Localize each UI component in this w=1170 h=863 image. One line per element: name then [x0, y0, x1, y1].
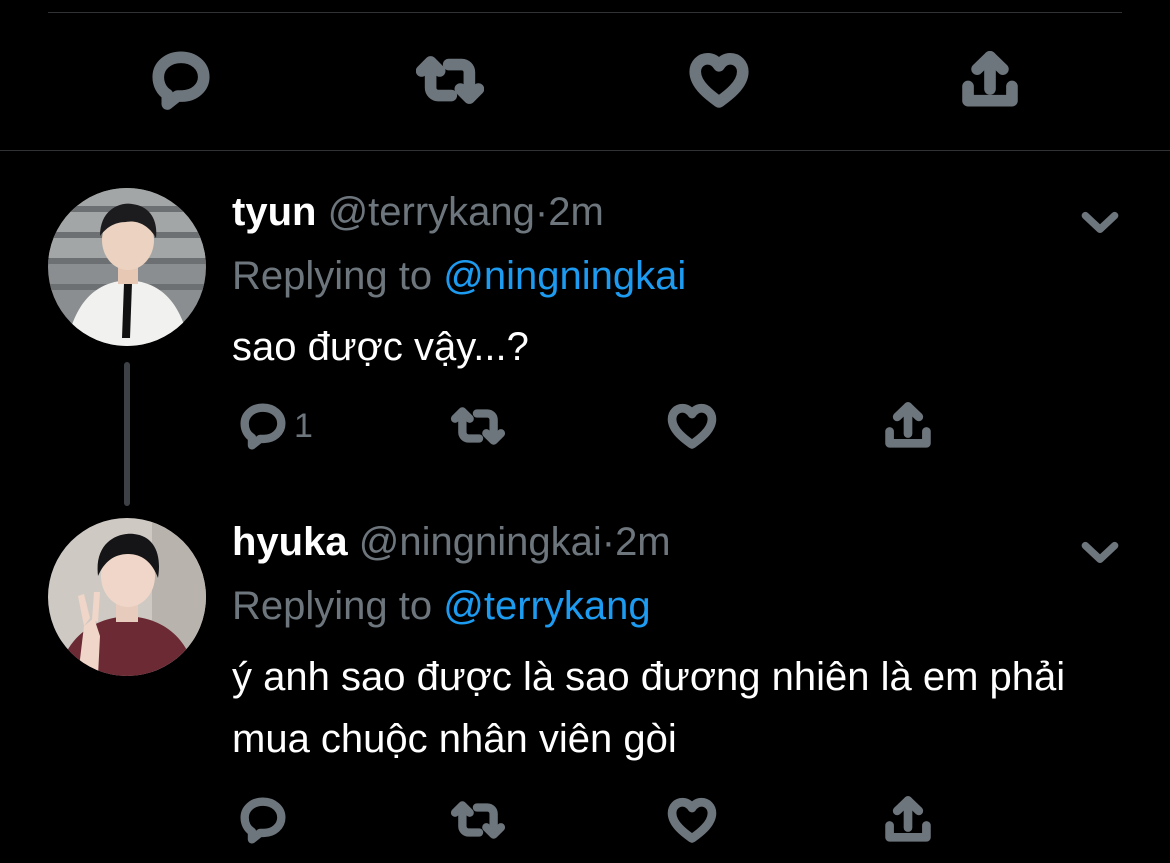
person-photo-icon [48, 518, 206, 676]
share-icon [962, 50, 1018, 107]
replying-to: Replying to @ningningkai [232, 252, 1110, 300]
tweet-actions [232, 790, 952, 850]
share-button[interactable] [882, 790, 934, 850]
separator-dot: · [534, 190, 549, 234]
tweet-content: hyuka @ningningkai·2m Replying to @terry… [232, 518, 1110, 770]
heart-icon [667, 797, 717, 843]
reply-button[interactable] [238, 790, 294, 850]
timestamp[interactable]: 2m [548, 190, 604, 234]
more-options-button[interactable] [1078, 530, 1122, 574]
display-name[interactable]: tyun [232, 190, 316, 234]
person-photo-icon [48, 188, 206, 346]
section-divider [0, 150, 1170, 151]
retweet-icon [450, 407, 506, 445]
share-icon [885, 796, 931, 842]
replying-to: Replying to @terrykang [232, 582, 1110, 630]
tweet-header: hyuka @ningningkai·2m [232, 518, 1110, 566]
heart-icon [689, 53, 749, 108]
like-button[interactable] [666, 790, 718, 850]
chevron-down-icon [1081, 541, 1119, 563]
retweet-button[interactable] [450, 396, 506, 456]
share-button[interactable] [882, 396, 934, 456]
username[interactable]: @terrykang [328, 190, 535, 234]
avatar[interactable] [48, 518, 206, 676]
share-icon [885, 402, 931, 448]
reply-icon [152, 51, 210, 110]
like-button[interactable] [679, 40, 759, 120]
chevron-down-icon [1081, 211, 1119, 233]
top-divider [48, 12, 1122, 13]
thread-connector-line [124, 362, 130, 506]
replying-to-label: Replying to [232, 584, 433, 628]
reply-button[interactable] [141, 40, 221, 120]
tweet-text: ý anh sao được là sao đương nhiên là em … [232, 655, 1066, 761]
retweet-icon [450, 801, 506, 839]
reply-icon [240, 797, 286, 844]
parent-tweet-actions [0, 40, 1170, 120]
reply-button[interactable]: 1 [238, 396, 313, 456]
reply-count: 1 [294, 406, 313, 445]
heart-icon [667, 403, 717, 449]
mention-link[interactable]: @ningningkai [443, 254, 686, 298]
more-options-button[interactable] [1078, 200, 1122, 244]
username[interactable]: @ningningkai [359, 520, 602, 564]
avatar[interactable] [48, 188, 206, 346]
mention-link[interactable]: @terrykang [443, 584, 650, 628]
tweet-content: tyun @terrykang·2m Replying to @ningning… [232, 188, 1110, 378]
tweet-actions: 1 [232, 396, 952, 456]
retweet-icon [416, 56, 484, 104]
display-name[interactable]: hyuka [232, 520, 348, 564]
separator-dot: · [601, 520, 616, 564]
tweet-header: tyun @terrykang·2m [232, 188, 1110, 236]
tweet-text: sao được vậy...? [232, 325, 529, 369]
retweet-button[interactable] [410, 40, 490, 120]
share-button[interactable] [950, 40, 1030, 120]
replying-to-label: Replying to [232, 254, 433, 298]
like-button[interactable] [666, 396, 718, 456]
retweet-button[interactable] [450, 790, 506, 850]
timestamp[interactable]: 2m [615, 520, 671, 564]
reply-icon [240, 403, 286, 450]
